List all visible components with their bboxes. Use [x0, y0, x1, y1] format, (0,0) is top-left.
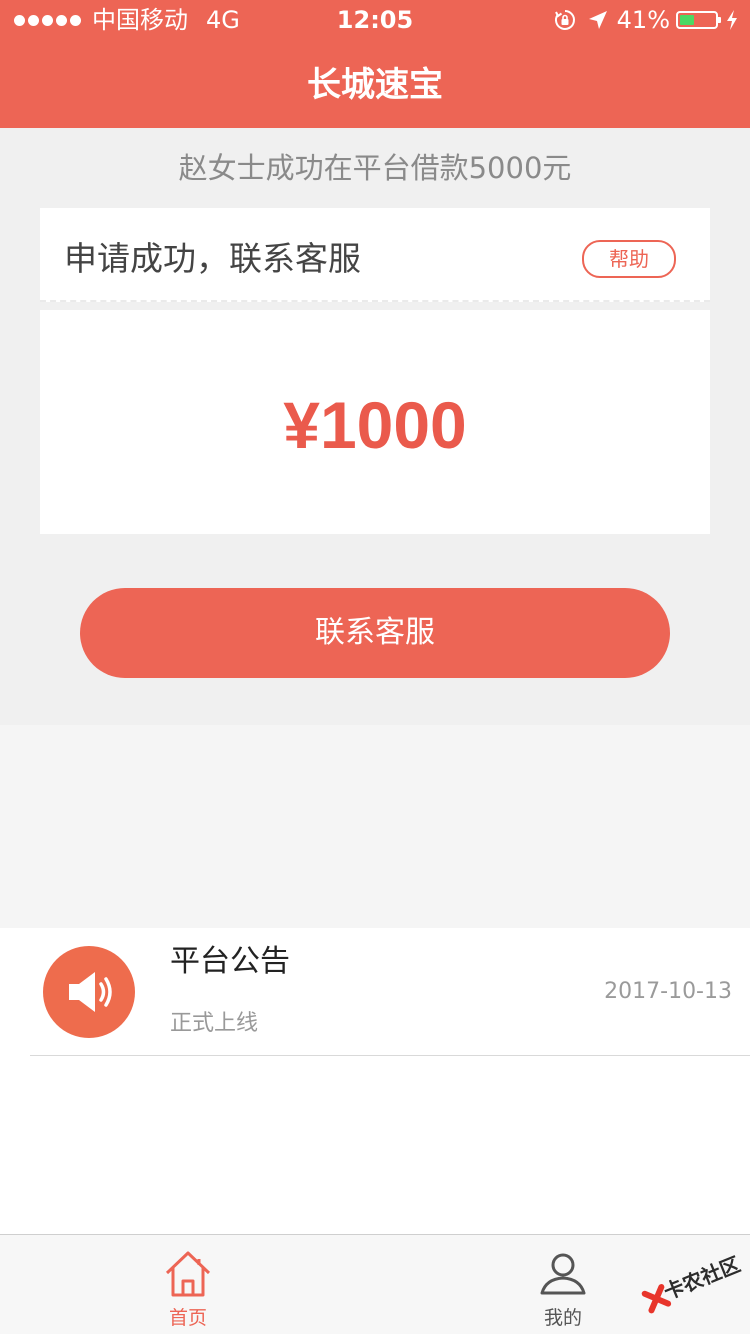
loan-result-section: 赵女士成功在平台借款5000元 申请成功，联系客服 帮助 ¥1000 联系客服 — [0, 128, 750, 725]
tab-mine[interactable]: 我的 — [483, 1235, 643, 1334]
loan-amount: ¥1000 — [283, 388, 467, 462]
user-icon — [540, 1253, 586, 1295]
notice-date: 2017-10-13 — [604, 979, 732, 1004]
contact-service-button[interactable]: 联系客服 — [80, 588, 670, 678]
card-scalloped-edge — [40, 532, 710, 540]
app-screen: 中国移动 4G 12:05 41% 长城速宝 赵女士成功在平台借款5000元 申… — [0, 0, 750, 1334]
help-button[interactable]: 帮助 — [582, 240, 676, 278]
tab-mine-label: 我的 — [543, 1307, 582, 1329]
rotation-lock-icon — [553, 8, 577, 32]
result-card-body: ¥1000 — [40, 310, 710, 540]
tab-home[interactable]: 首页 — [108, 1235, 268, 1334]
success-ticker: 赵女士成功在平台借款5000元 — [178, 151, 572, 185]
location-arrow-icon — [587, 9, 609, 31]
status-bar: 中国移动 4G 12:05 41% — [0, 0, 750, 40]
result-card-header: 申请成功，联系客服 帮助 — [40, 208, 710, 302]
speaker-icon — [43, 946, 135, 1038]
home-icon — [165, 1251, 211, 1297]
notice-section: 平台公告 正式上线 2017-10-13 — [0, 928, 750, 1234]
result-card-title: 申请成功，联系客服 — [64, 239, 361, 278]
header: 中国移动 4G 12:05 41% 长城速宝 — [0, 0, 750, 128]
battery-icon — [676, 11, 721, 29]
page-title: 长城速宝 — [307, 65, 443, 105]
status-right: 41% — [553, 0, 738, 40]
notice-subtitle: 正式上线 — [170, 1011, 259, 1036]
charging-bolt-icon — [726, 9, 738, 31]
tab-home-label: 首页 — [168, 1307, 207, 1329]
notice-title: 平台公告 — [170, 944, 290, 979]
battery-percent: 41% — [616, 6, 670, 34]
notice-item[interactable]: 平台公告 正式上线 2017-10-13 — [30, 928, 750, 1056]
battery-fill — [680, 15, 694, 25]
